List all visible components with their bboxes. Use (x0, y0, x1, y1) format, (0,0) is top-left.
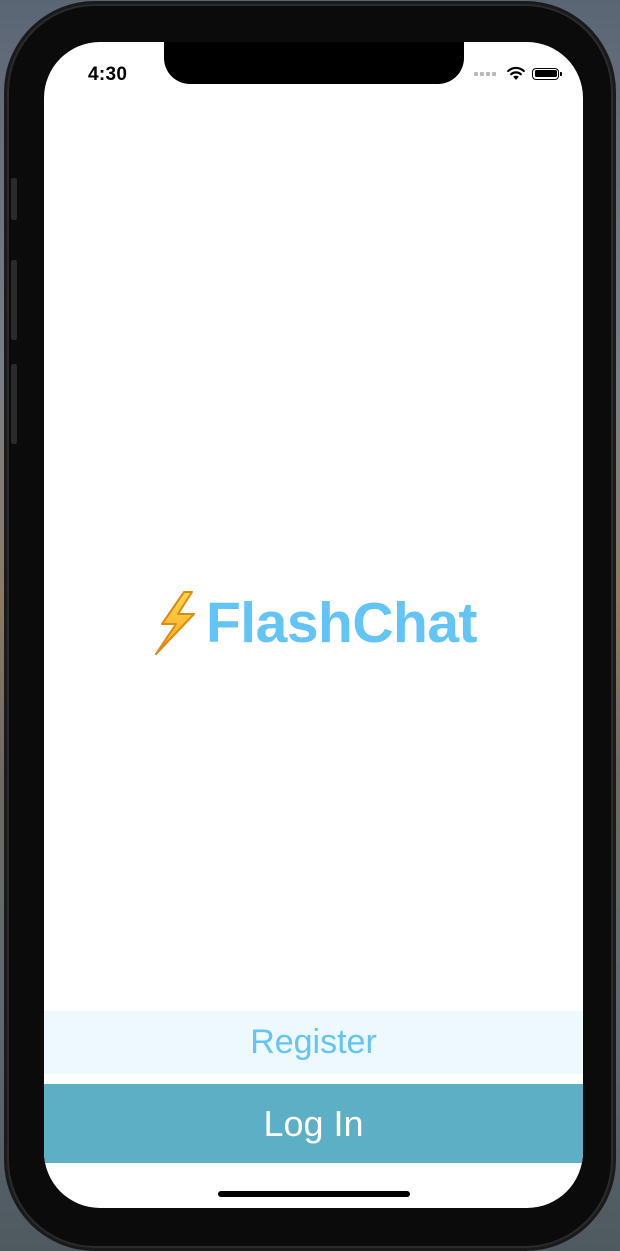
silent-switch (11, 178, 17, 220)
signal-dots-icon (474, 71, 496, 76)
volume-down-button (11, 364, 17, 444)
status-icons (474, 66, 562, 81)
app-screen: 4:30 FlashChat Register Log In (44, 42, 583, 1208)
notch (164, 42, 464, 84)
login-button[interactable]: Log In (44, 1084, 583, 1163)
volume-up-button (11, 260, 17, 340)
welcome-logo: FlashChat (44, 590, 583, 656)
lightning-bolt-icon (154, 591, 195, 655)
battery-icon (532, 67, 562, 80)
app-title: FlashChat (205, 590, 478, 655)
home-indicator[interactable] (218, 1191, 410, 1197)
register-button[interactable]: Register (44, 1011, 583, 1074)
status-time: 4:30 (88, 64, 128, 85)
wifi-icon (507, 66, 525, 80)
